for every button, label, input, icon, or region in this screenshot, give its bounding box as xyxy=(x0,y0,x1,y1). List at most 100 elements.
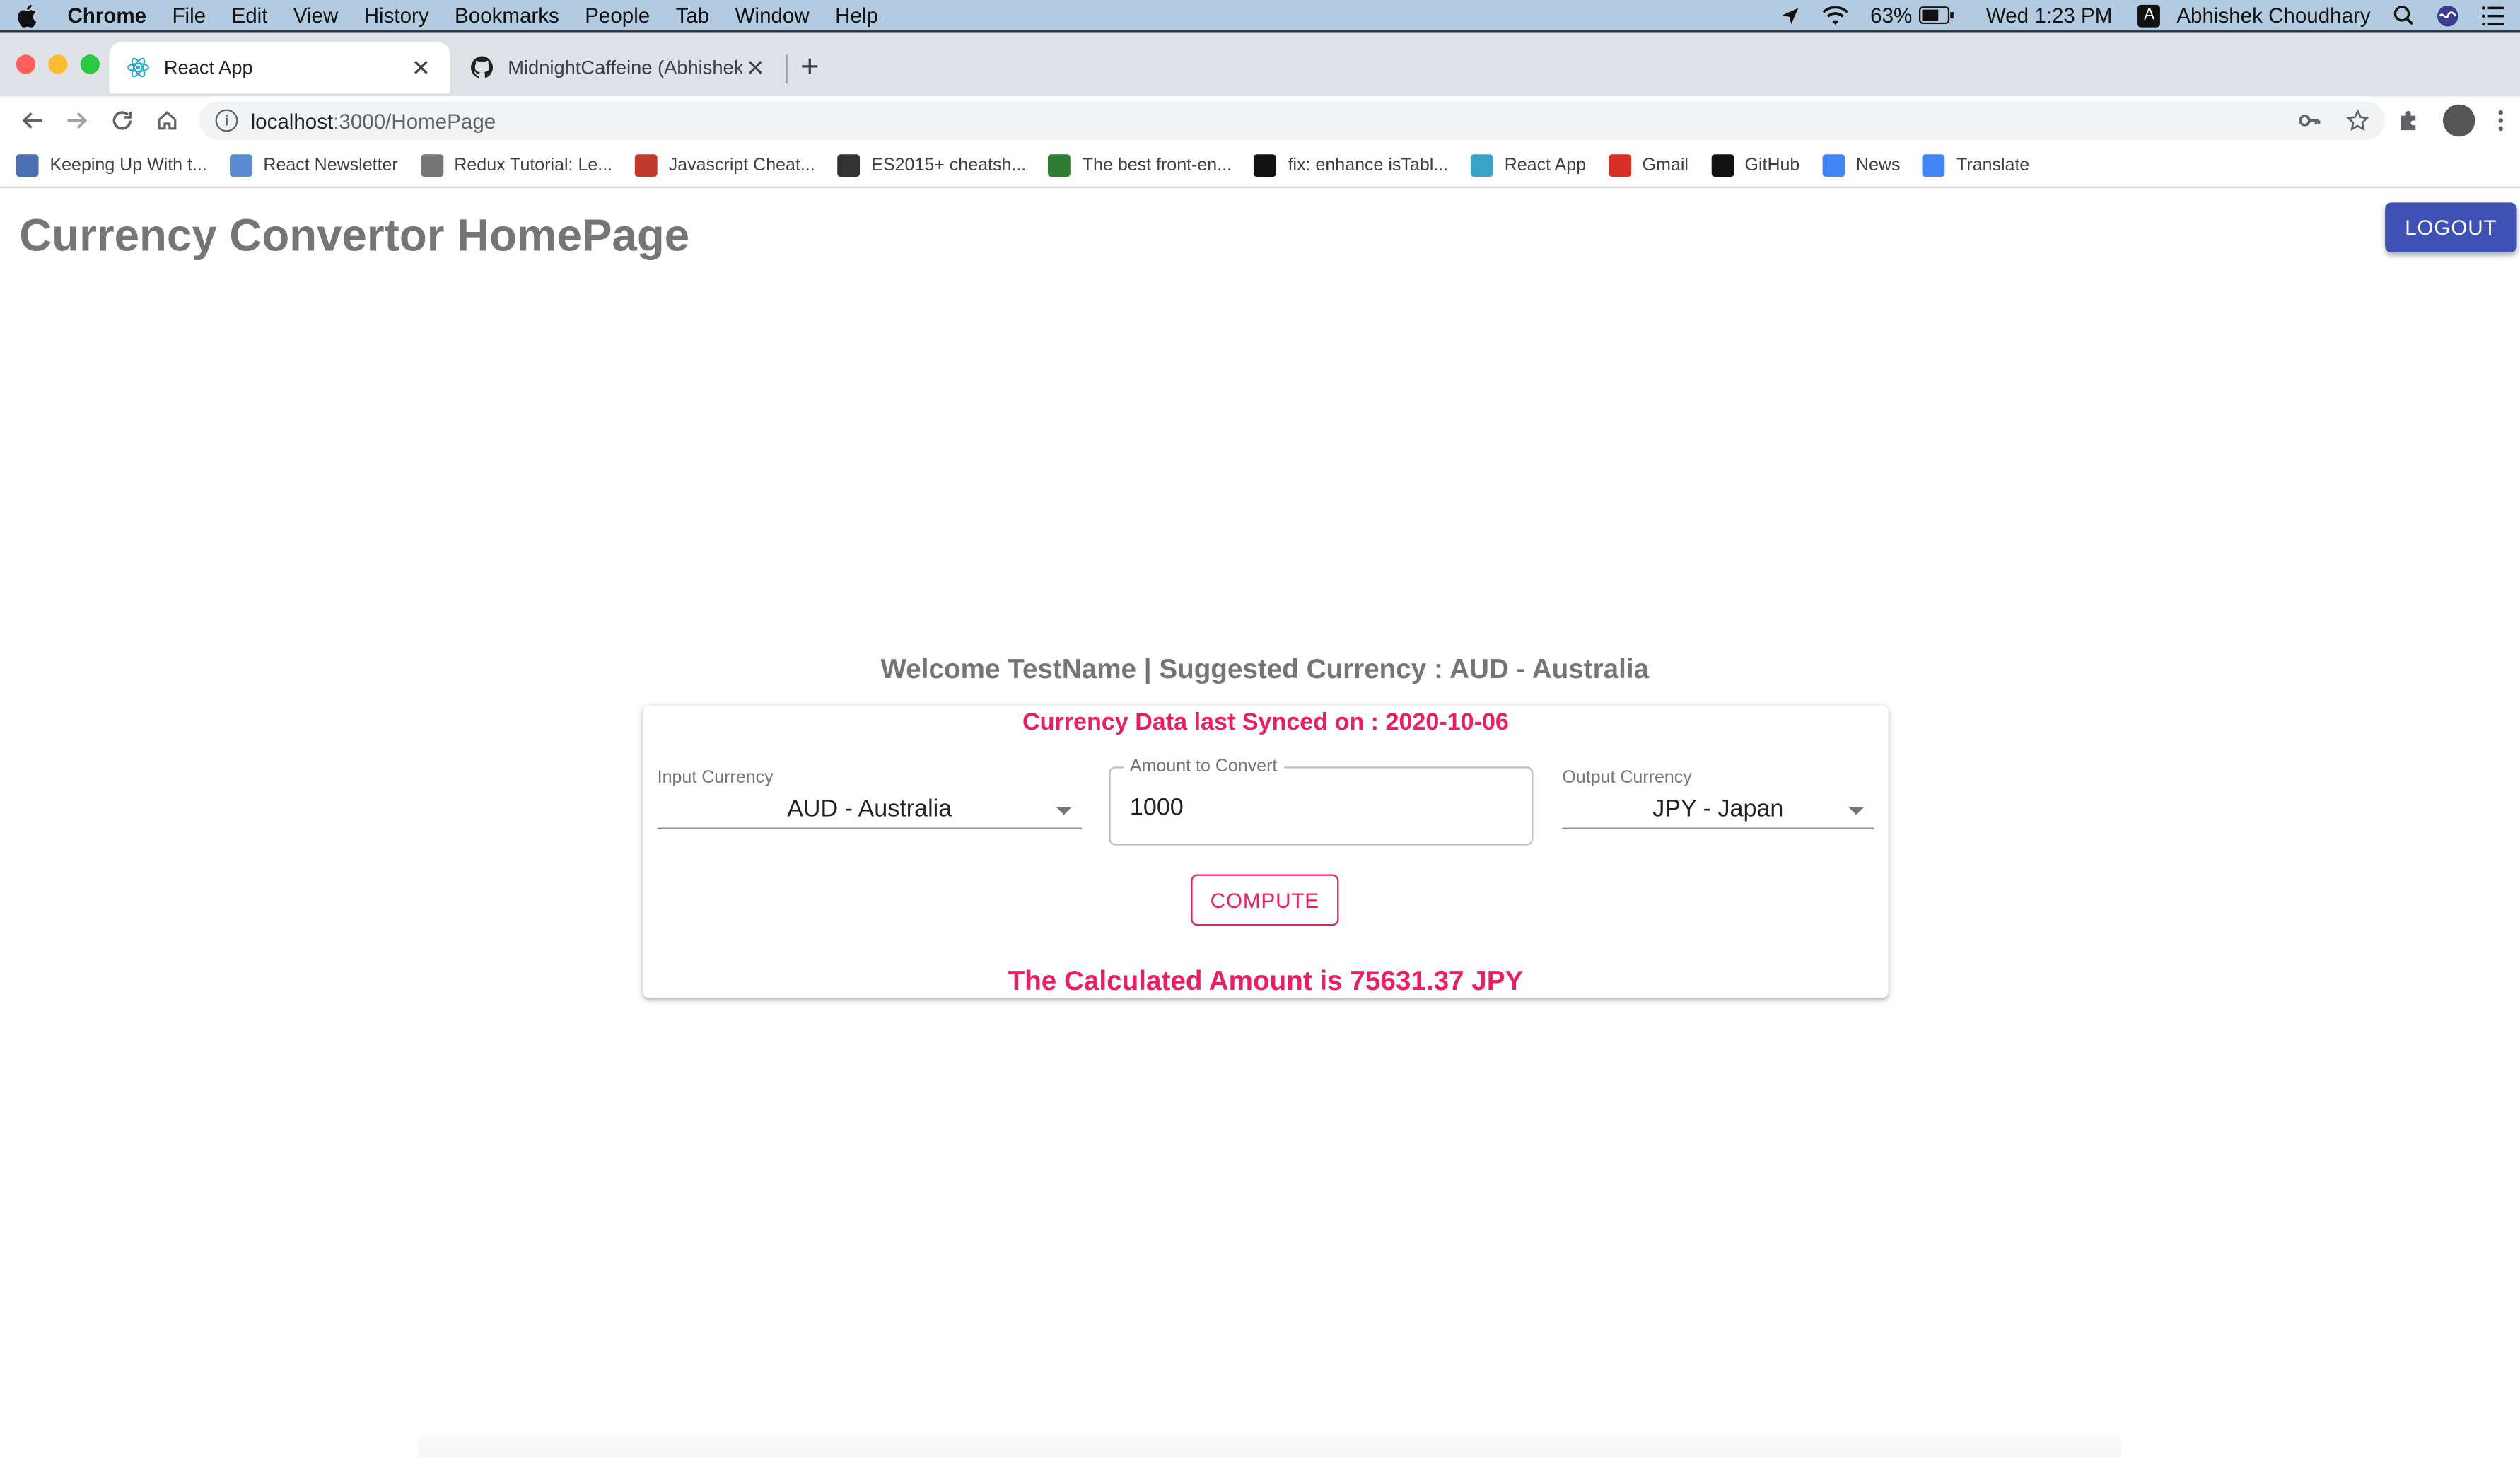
url-host: localhost xyxy=(250,108,334,133)
bookmark-item[interactable]: ES2015+ cheatsh... xyxy=(837,154,1027,177)
star-icon[interactable] xyxy=(2346,109,2369,132)
amount-field[interactable]: Amount to Convert 1000 xyxy=(1109,757,1534,846)
siri-icon[interactable] xyxy=(2437,4,2459,27)
bookmark-item[interactable]: React App xyxy=(1470,154,1586,177)
bookmark-item[interactable]: Translate xyxy=(1923,154,2029,177)
back-button[interactable] xyxy=(10,98,55,144)
battery-status[interactable]: 63% xyxy=(1870,4,1954,28)
bookmark-item[interactable]: News xyxy=(1822,154,1900,177)
tab-midnightcaffeine[interactable]: MidnightCaffeine (Abhishek Ch ✕ xyxy=(453,42,784,93)
output-currency-select[interactable]: JPY - Japan xyxy=(1562,791,1874,829)
books-icon xyxy=(634,154,658,177)
translate-icon xyxy=(1923,154,1946,177)
amount-input-value[interactable]: 1000 xyxy=(1130,794,1184,822)
bookmarks-bar: Keeping Up With t... React Newsletter Redu… xyxy=(0,144,2520,188)
calculated-result: The Calculated Amount is 75631.37 JPY xyxy=(1008,966,1524,997)
menu-people[interactable]: People xyxy=(585,4,650,28)
react-icon xyxy=(125,54,151,80)
location-icon[interactable] xyxy=(1780,6,1799,25)
bookmark-item[interactable]: Keeping Up With t... xyxy=(16,154,207,177)
bookmark-label: ES2015+ cheatsh... xyxy=(871,156,1027,175)
arrow-right-icon xyxy=(67,112,88,129)
bookmark-label: Keeping Up With t... xyxy=(49,156,207,175)
browser-toolbar: i localhost:3000/HomePage xyxy=(0,96,2520,145)
logout-button[interactable]: LOGOUT xyxy=(2385,202,2517,252)
macos-menubar: Chrome File Edit View History Bookmarks … xyxy=(0,0,2520,33)
menu-view[interactable]: View xyxy=(293,4,339,28)
screen: Chrome File Edit View History Bookmarks … xyxy=(0,0,2520,1458)
gmail-icon xyxy=(1608,154,1631,177)
bookmark-item[interactable]: Redux Tutorial: Le... xyxy=(420,154,613,177)
minimize-window-button[interactable] xyxy=(48,54,68,74)
reload-button[interactable] xyxy=(100,98,145,144)
menu-file[interactable]: File xyxy=(172,4,206,28)
close-window-button[interactable] xyxy=(16,54,36,74)
output-currency-label: Output Currency xyxy=(1562,768,1692,788)
window-controls xyxy=(16,54,100,74)
app-page: Currency Convertor HomePage LOGOUT Welco… xyxy=(0,188,2520,1458)
page-title: Currency Convertor HomePage xyxy=(19,210,690,261)
frontend-icon xyxy=(1049,154,1071,177)
zoom-window-button[interactable] xyxy=(80,54,100,74)
bookmark-label: Translate xyxy=(1956,156,2030,175)
key-icon[interactable] xyxy=(2298,110,2321,132)
bookmark-label: GitHub xyxy=(1744,156,1800,175)
compute-button[interactable]: COMPUTE xyxy=(1191,874,1339,926)
input-currency-label: Input Currency xyxy=(657,768,774,788)
bookmark-label: News xyxy=(1855,156,1901,175)
menu-app-name[interactable]: Chrome xyxy=(67,4,146,28)
menu-bookmarks[interactable]: Bookmarks xyxy=(455,4,559,28)
bookmark-item[interactable]: fix: enhance isTabl... xyxy=(1254,154,1448,177)
dropdown-arrow-icon xyxy=(1848,807,1865,815)
tab-strip: React App ✕ MidnightCaffeine (Abhishek C… xyxy=(0,32,2520,97)
home-icon xyxy=(158,110,177,130)
bookmark-label: Redux Tutorial: Le... xyxy=(454,156,613,175)
new-tab-button[interactable]: + xyxy=(800,52,819,83)
globe-icon xyxy=(837,154,861,177)
react-icon xyxy=(1470,154,1493,177)
bookmark-label: Javascript Cheat... xyxy=(668,156,815,175)
tab-react-app[interactable]: React App ✕ xyxy=(109,42,450,93)
menu-edit[interactable]: Edit xyxy=(231,4,267,28)
amount-label: Amount to Convert xyxy=(1123,757,1284,776)
spotlight-icon[interactable] xyxy=(2393,5,2414,26)
site-info-icon[interactable]: i xyxy=(215,109,238,132)
bookmark-item[interactable]: The best front-en... xyxy=(1049,154,1232,177)
bookmark-item[interactable]: Gmail xyxy=(1608,154,1688,177)
github-icon xyxy=(469,54,495,80)
bookmark-item[interactable]: Javascript Cheat... xyxy=(634,154,815,177)
bookmark-item[interactable]: React Newsletter xyxy=(229,154,398,177)
welcome-message: Welcome TestName | Suggested Currency : … xyxy=(880,654,1650,685)
apple-icon[interactable] xyxy=(16,4,39,27)
bookmark-label: React Newsletter xyxy=(263,156,398,175)
menu-window[interactable]: Window xyxy=(735,4,810,28)
menu-history[interactable]: History xyxy=(364,4,429,28)
bookmark-label: fix: enhance isTabl... xyxy=(1288,156,1449,175)
address-bar[interactable]: i localhost:3000/HomePage xyxy=(199,101,2386,140)
tab-title: MidnightCaffeine (Abhishek Ch xyxy=(508,56,743,79)
glasses-icon xyxy=(420,154,443,177)
home-button[interactable] xyxy=(145,98,190,144)
bookmark-item[interactable]: GitHub xyxy=(1710,154,1800,177)
extensions-icon[interactable] xyxy=(2398,110,2420,132)
tab-close-icon[interactable]: ✕ xyxy=(408,54,433,81)
profile-avatar[interactable] xyxy=(2442,104,2475,137)
wifi-icon[interactable] xyxy=(1821,5,1848,25)
input-source-badge[interactable]: A xyxy=(2137,4,2161,27)
menu-help[interactable]: Help xyxy=(835,4,878,28)
reload-icon xyxy=(112,111,132,130)
more-vert-icon[interactable] xyxy=(2497,110,2504,132)
tab-divider xyxy=(786,54,788,84)
battery-percent: 63% xyxy=(1870,3,1913,28)
input-currency-select[interactable]: AUD - Australia xyxy=(657,791,1082,829)
tab-close-icon[interactable]: ✕ xyxy=(742,54,768,81)
menu-tab[interactable]: Tab xyxy=(676,4,710,28)
bottom-shadow xyxy=(417,1425,2122,1458)
control-center-icon[interactable] xyxy=(2481,5,2504,25)
clock[interactable]: Wed 1:23 PM xyxy=(1986,4,2113,28)
dc-icon xyxy=(16,154,39,177)
user-name[interactable]: Abhishek Choudhary xyxy=(2176,4,2370,28)
news-icon xyxy=(1822,154,1845,177)
forward-button[interactable] xyxy=(54,98,100,144)
github-icon xyxy=(1254,154,1277,177)
